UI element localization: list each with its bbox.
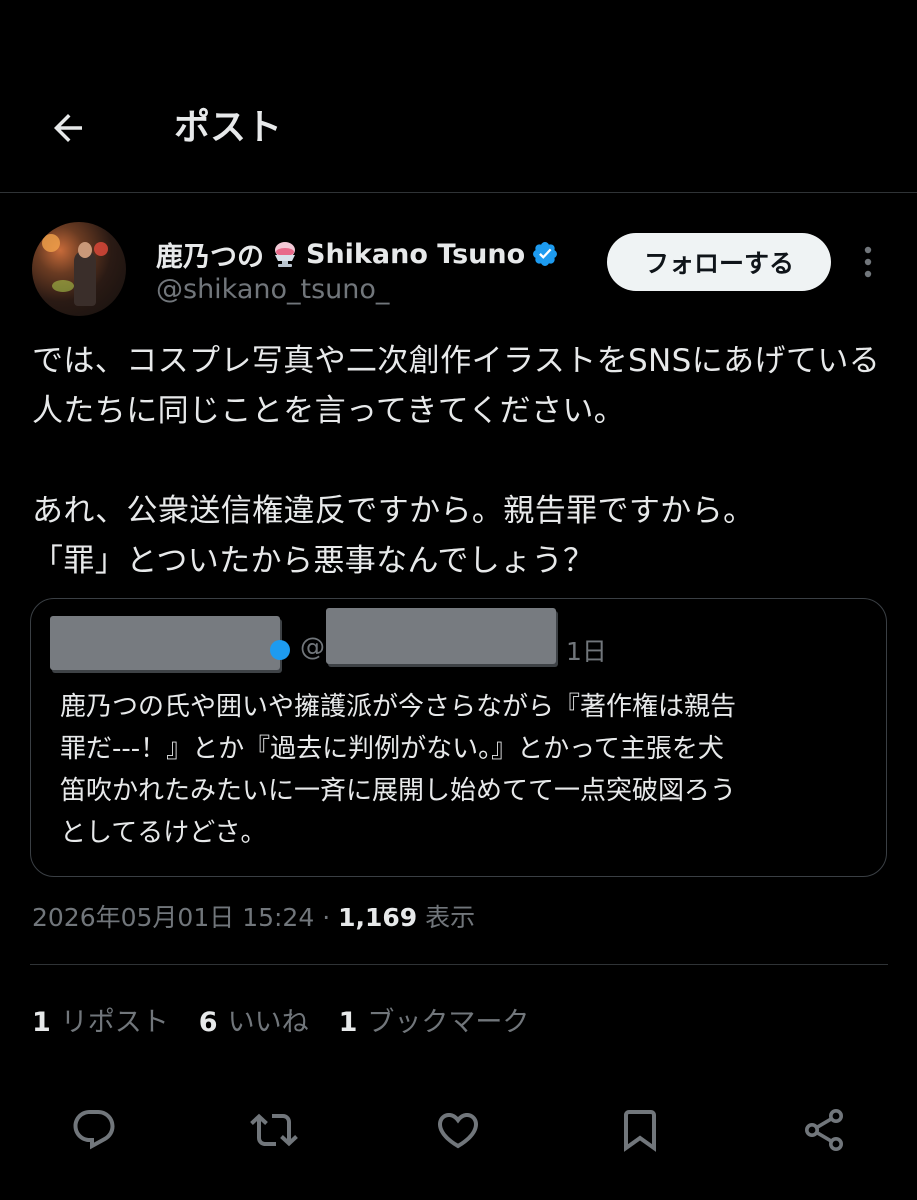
header-divider (0, 192, 917, 193)
reply-button[interactable] (66, 1100, 122, 1160)
heart-icon (437, 1113, 479, 1149)
repost-icon (250, 1113, 298, 1147)
reposts-label: リポスト (60, 1007, 169, 1038)
quoted-verified-badge-icon (270, 640, 290, 660)
tweet-text: では、コスプレ写真や二次創作イラストをSNSにあげている人たちに同じことを言って… (32, 343, 881, 579)
page-title: ポスト (174, 107, 283, 148)
bookmarks-label: ブックマーク (367, 1007, 530, 1038)
views-label: 表示 (417, 903, 476, 932)
more-vertical-icon (864, 246, 872, 278)
quoted-handle-prefix: @ (300, 632, 325, 661)
author-display-name[interactable]: 鹿乃つの (156, 235, 264, 274)
likes-stat[interactable]: 6 いいね (199, 1000, 309, 1039)
avatar[interactable] (32, 222, 126, 316)
post-timestamp[interactable]: 2026年05月01日 15:24 (32, 903, 314, 932)
share-icon (805, 1109, 843, 1151)
author-handle[interactable]: @shikano_tsuno_ (156, 274, 389, 305)
bookmark-icon (624, 1110, 656, 1152)
reply-icon (73, 1110, 115, 1150)
share-button[interactable] (796, 1100, 852, 1160)
top-bar: ポスト (0, 0, 917, 192)
like-button[interactable] (430, 1100, 486, 1160)
redacted-handle (326, 608, 556, 664)
shaved-ice-emoji-icon (275, 242, 295, 267)
bookmark-button[interactable] (612, 1100, 668, 1160)
engagement-stats: 1 リポスト 6 いいね 1 ブックマーク (32, 1000, 529, 1039)
meta-divider (30, 964, 888, 965)
post-meta: 2026年05月01日 15:24 · 1,169 表示 (32, 898, 475, 934)
repost-button[interactable] (246, 1100, 302, 1160)
likes-count: 6 (198, 1007, 218, 1038)
redacted-display-name (50, 616, 280, 670)
likes-label: いいね (227, 1007, 309, 1038)
views-count: 1,169 (338, 903, 418, 932)
reposts-count: 1 (32, 1007, 51, 1038)
author-display-name-suffix[interactable]: Shikano Tsuno (306, 239, 525, 270)
verified-badge-icon (533, 242, 558, 266)
quoted-post-text: 鹿乃つの氏や囲いや擁護派が今さらながら『著作権は親告 罪だ---！』とか『過去に… (60, 692, 737, 848)
action-bar (0, 1100, 917, 1160)
reposts-stat[interactable]: 1 リポスト (32, 1000, 169, 1039)
meta-separator: · (314, 903, 339, 932)
back-button[interactable] (44, 104, 92, 152)
back-arrow-icon (54, 114, 82, 142)
author-name-row[interactable]: 鹿乃つの Shikano Tsuno (156, 234, 559, 274)
bookmarks-stat[interactable]: 1 ブックマーク (339, 1000, 530, 1039)
follow-button[interactable]: フォローする (607, 233, 831, 291)
bookmarks-count: 1 (338, 1007, 358, 1038)
quoted-post-time: 1日 (566, 637, 607, 666)
more-options-button[interactable] (848, 238, 888, 286)
